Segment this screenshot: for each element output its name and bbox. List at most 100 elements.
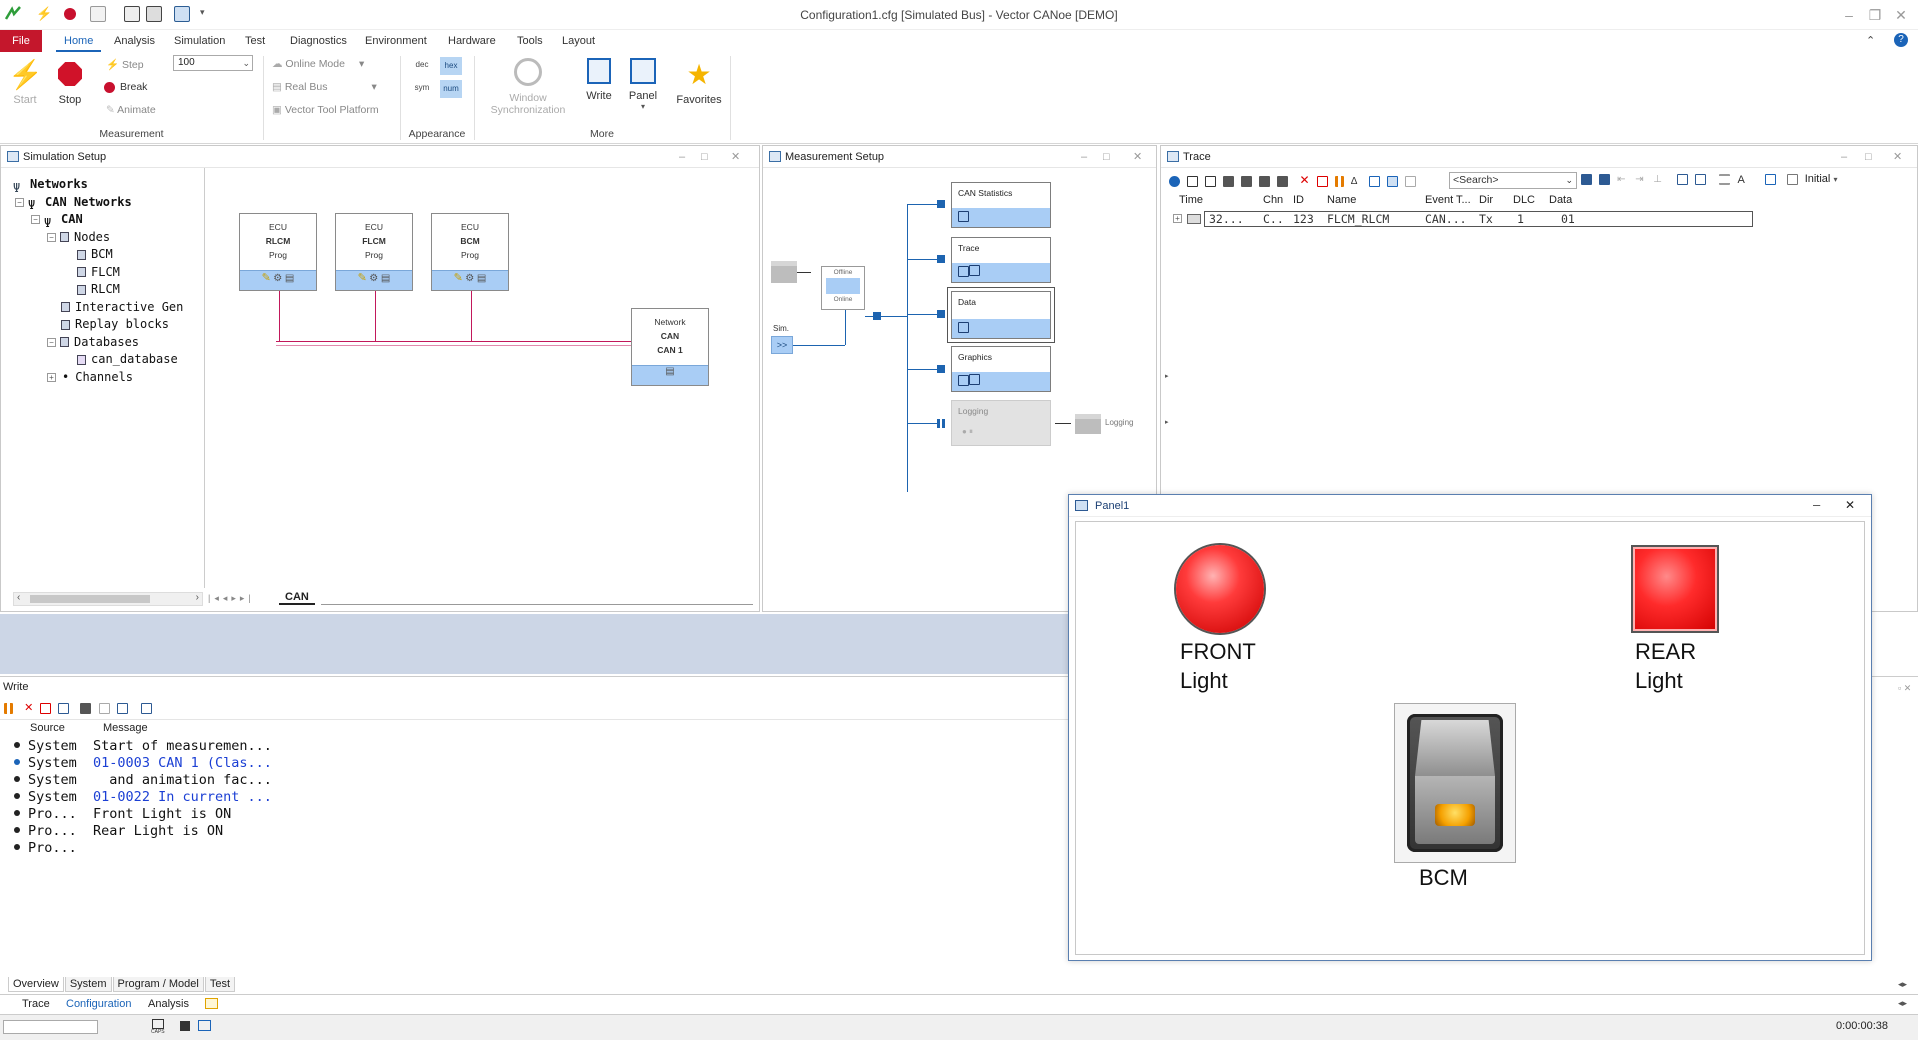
tree-node-flcm[interactable]: FLCM <box>13 264 203 282</box>
help-icon[interactable]: ? <box>1894 33 1908 47</box>
write-button[interactable]: Write <box>582 58 616 102</box>
tab-navigation-icon[interactable]: |◂◂▸▸| <box>208 593 255 604</box>
menu-tools[interactable]: Tools <box>509 30 551 52</box>
minimize-icon[interactable]: – <box>1813 497 1820 512</box>
column-header[interactable]: Name <box>1327 194 1356 206</box>
maximize-icon[interactable]: □ <box>1103 146 1110 168</box>
step-button[interactable]: ⚡ Step <box>106 58 144 71</box>
replay-file-icon[interactable] <box>771 261 797 283</box>
copy-icon[interactable] <box>98 702 110 714</box>
column-header[interactable]: Message <box>103 722 148 734</box>
logging-file-icon[interactable] <box>1075 414 1101 434</box>
data-block[interactable]: Data <box>951 291 1051 339</box>
splitter-arrow-icon[interactable]: ▸ <box>1165 418 1169 426</box>
menu-simulation[interactable]: Simulation <box>166 30 233 52</box>
maximize-icon[interactable]: □ <box>701 146 708 168</box>
start-button[interactable]: ⚡ Start <box>8 58 43 106</box>
status-input[interactable] <box>3 1020 98 1034</box>
stop-button[interactable]: Stop <box>52 58 88 106</box>
ecu-bcm-block[interactable]: ECU BCM Prog ✎ ⚙ ▤ <box>431 213 509 291</box>
list-item[interactable]: Pro... <box>12 840 272 857</box>
new-page-icon[interactable] <box>205 998 218 1009</box>
clear-all-icon[interactable] <box>58 702 70 714</box>
find-icon[interactable] <box>1277 175 1289 187</box>
column-header[interactable]: Chn <box>1263 194 1283 206</box>
offline-online-switch[interactable]: Offline Online <box>821 266 865 310</box>
close-icon[interactable]: ✕ <box>1890 6 1912 24</box>
clear-icon[interactable]: ✕ <box>1299 173 1309 187</box>
minimize-icon[interactable]: – <box>1838 6 1860 24</box>
detail-view-icon[interactable] <box>1205 175 1217 187</box>
close-icon[interactable]: ✕ <box>1845 498 1855 512</box>
tab-overview[interactable]: Overview <box>8 977 64 992</box>
tree-networks[interactable]: Ψ Networks <box>13 176 203 195</box>
chronological-icon[interactable] <box>1404 175 1416 187</box>
list-item[interactable]: System 01-0003 CAN 1 (Clas... <box>12 755 272 772</box>
column-header[interactable]: Dir <box>1479 194 1493 206</box>
tab-configuration-page[interactable]: Configuration <box>66 998 131 1010</box>
logging-block[interactable]: Logging ● ⏸ <box>951 400 1051 446</box>
favorites-button[interactable]: ★ Favorites <box>674 56 724 106</box>
block-switch[interactable] <box>937 365 945 373</box>
menu-test[interactable]: Test <box>237 30 273 52</box>
column-header[interactable]: Event T... <box>1425 194 1471 206</box>
tab-program-model[interactable]: Program / Model <box>112 977 204 992</box>
tree-node-bcm[interactable]: BCM <box>13 246 203 264</box>
menu-diagnostics[interactable]: Diagnostics <box>282 30 355 52</box>
find-icon[interactable] <box>80 702 92 714</box>
scrollbar-thumb[interactable] <box>30 595 150 603</box>
splitter[interactable] <box>204 168 205 588</box>
ecu-flcm-block[interactable]: ECU FLCM Prog ✎ ⚙ ▤ <box>335 213 413 291</box>
minimize-icon[interactable]: – <box>679 146 685 168</box>
arrow-left-icon[interactable]: ⇤ <box>1617 174 1628 185</box>
clear-icon[interactable]: ✕ <box>24 702 33 714</box>
block-switch[interactable] <box>937 200 945 208</box>
online-mode-button[interactable]: ☁ Online Mode ▾ <box>272 58 364 70</box>
fixed-position-icon[interactable] <box>1386 175 1398 187</box>
column-header[interactable]: Time <box>1179 194 1203 206</box>
view-icon[interactable] <box>1764 173 1776 185</box>
dec-toggle[interactable]: dec <box>412 57 432 73</box>
close-icon[interactable]: ✕ <box>1133 146 1142 168</box>
config-icon[interactable] <box>1677 173 1689 185</box>
column-icon[interactable] <box>1786 173 1798 185</box>
list-item[interactable]: Pro... Rear Light is ON <box>12 823 272 840</box>
collapse-ribbon-icon[interactable]: ⌃ <box>1866 34 1875 47</box>
bcm-switch[interactable] <box>1394 703 1516 863</box>
tree-interactive-generators[interactable]: Interactive Gen <box>13 299 203 317</box>
hex-toggle[interactable]: hex <box>440 57 462 75</box>
vector-tool-platform-button[interactable]: ▣ Vector Tool Platform <box>272 104 379 116</box>
search-down-icon[interactable] <box>1599 173 1611 185</box>
tree-databases[interactable]: − Databases <box>13 334 203 352</box>
sym-toggle[interactable]: sym <box>412 80 432 96</box>
write-window-controls[interactable]: ▫ ✕ <box>1898 683 1911 694</box>
minimize-icon[interactable]: – <box>1841 146 1847 168</box>
menu-layout[interactable]: Layout <box>554 30 603 52</box>
tab-test[interactable]: Test <box>204 977 236 992</box>
marker-icon[interactable]: ⊥ <box>1653 174 1664 185</box>
network-can-block[interactable]: Network CAN CAN 1 ▤ <box>631 308 709 386</box>
tree-channels[interactable]: + • Channels <box>13 369 203 387</box>
close-icon[interactable]: ✕ <box>1893 146 1902 168</box>
menu-hardware[interactable]: Hardware <box>440 30 504 52</box>
menu-analysis[interactable]: Analysis <box>106 30 163 52</box>
menu-home[interactable]: Home <box>56 30 102 52</box>
sim-source-button[interactable]: >> <box>771 336 793 354</box>
column-header[interactable]: Data <box>1549 194 1572 206</box>
tree-replay-blocks[interactable]: Replay blocks <box>13 316 203 334</box>
trace-search-input[interactable]: <Search> ⌄ <box>1449 172 1577 189</box>
filter-in-icon[interactable] <box>1259 175 1271 187</box>
tree-can[interactable]: − Ψ CAN <box>13 211 203 230</box>
num-toggle[interactable]: num <box>440 80 462 98</box>
close-icon[interactable]: ✕ <box>731 146 740 168</box>
config-icon[interactable] <box>140 702 152 714</box>
tab-can[interactable]: CAN <box>279 591 315 605</box>
block-switch[interactable] <box>937 255 945 263</box>
graphics-block[interactable]: Graphics <box>951 346 1051 392</box>
initial-select[interactable]: Initial <box>1805 173 1831 185</box>
animate-button[interactable]: ✎ Animate <box>106 104 156 116</box>
layout-icon[interactable] <box>1719 173 1731 185</box>
column-header[interactable]: Source <box>30 722 65 734</box>
tab-trace-page[interactable]: Trace <box>22 998 50 1010</box>
tab-scroll-icon[interactable]: ◂▸ <box>1898 979 1907 990</box>
